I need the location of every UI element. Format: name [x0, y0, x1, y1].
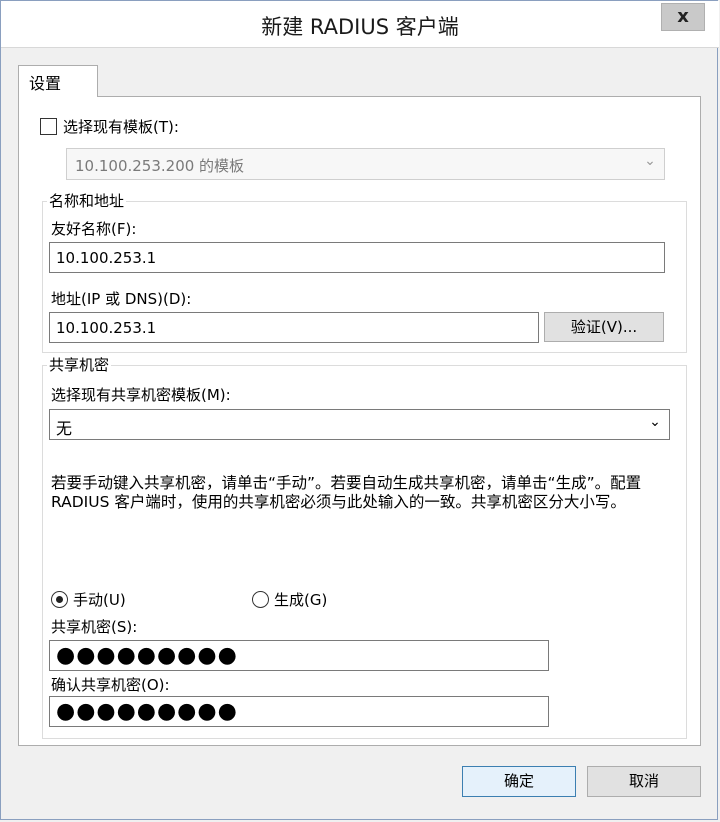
chevron-down-icon: ⌄ — [649, 414, 661, 430]
template-dropdown: 10.100.253.200 的模板 ⌄ — [66, 148, 665, 180]
address-label: 地址(IP 或 DNS)(D): — [51, 290, 192, 308]
radio-generate[interactable] — [252, 591, 269, 608]
secret-template-dropdown[interactable]: 无 ⌄ — [49, 409, 670, 440]
name-address-group-label: 名称和地址 — [47, 190, 127, 211]
radio-manual-label: 手动(U) — [73, 591, 126, 609]
secret-template-value: 无 — [56, 419, 73, 438]
radio-selected-dot — [56, 596, 63, 603]
friendly-name-input[interactable]: 10.100.253.1 — [49, 242, 665, 273]
dialog-title: 新建 RADIUS 客户端 — [261, 15, 459, 39]
tab-settings-label: 设置 — [29, 74, 62, 93]
cancel-button[interactable]: 取消 — [587, 766, 701, 797]
shared-secret-input[interactable]: ●●●●●●●●● — [49, 640, 549, 671]
template-checkbox[interactable] — [40, 118, 57, 135]
dialog-window: 新建 RADIUS 客户端 x 设置 选择现有模板(T): 10.100.253… — [0, 0, 719, 820]
shared-secret-label: 共享机密(S): — [51, 618, 138, 636]
template-dropdown-value: 10.100.253.200 的模板 — [75, 157, 245, 175]
confirm-secret-input[interactable]: ●●●●●●●●● — [49, 696, 549, 727]
radio-generate-label: 生成(G) — [274, 591, 328, 609]
address-value: 10.100.253.1 — [56, 319, 157, 337]
friendly-name-value: 10.100.253.1 — [56, 249, 157, 267]
template-checkbox-label: 选择现有模板(T): — [63, 118, 179, 136]
confirm-secret-label: 确认共享机密(O): — [51, 676, 170, 694]
verify-button[interactable]: 验证(V)... — [544, 312, 664, 342]
instructions-text: 若要手动键入共享机密，请单击“手动”。若要自动生成共享机密，请单击“生成”。配置… — [51, 474, 642, 511]
radio-manual[interactable] — [51, 591, 68, 608]
close-icon: x — [677, 6, 689, 27]
close-button[interactable]: x — [661, 3, 705, 31]
friendly-name-label: 友好名称(F): — [51, 220, 137, 238]
address-input[interactable]: 10.100.253.1 — [49, 312, 539, 343]
chevron-down-icon: ⌄ — [644, 153, 656, 169]
confirm-secret-value: ●●●●●●●●● — [56, 699, 238, 724]
tab-settings[interactable]: 设置 — [18, 65, 98, 97]
secret-template-label: 选择现有共享机密模板(M): — [51, 386, 231, 404]
title-bar: 新建 RADIUS 客户端 x — [1, 1, 719, 48]
shared-secret-value: ●●●●●●●●● — [56, 643, 238, 668]
shared-secret-group-label: 共享机密 — [47, 354, 112, 375]
ok-button[interactable]: 确定 — [462, 766, 576, 797]
